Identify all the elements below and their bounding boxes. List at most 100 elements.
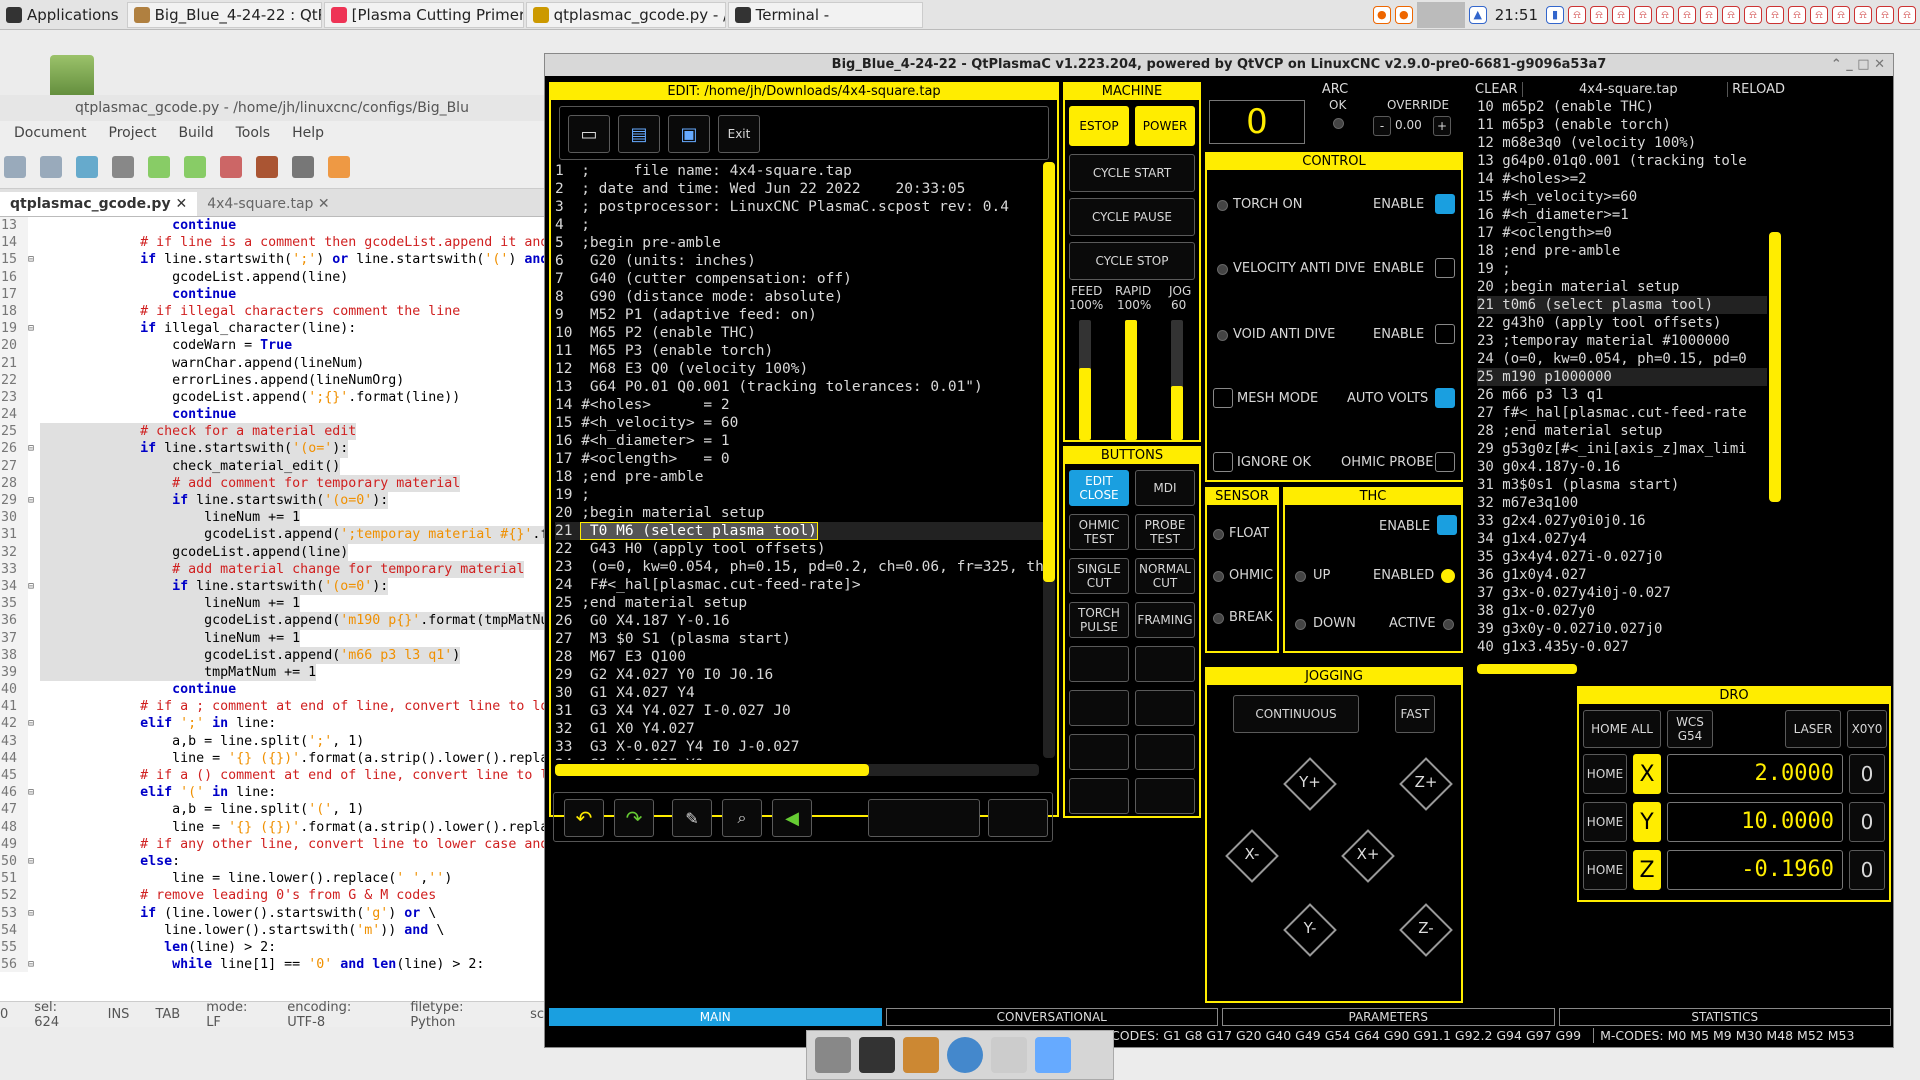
fold-marker[interactable] [28,612,40,629]
code-line[interactable]: 39 tmpMatNum += 1 [0,663,544,682]
applications-menu[interactable]: Applications [0,2,125,28]
notification-icon[interactable]: ⍾ [1744,6,1762,24]
auto-volts-checkbox[interactable] [1435,388,1455,408]
task-terminal[interactable]: Terminal - [727,1,923,28]
zero-z-button[interactable]: 0 [1849,850,1885,890]
zero-x-button[interactable]: 0 [1849,754,1885,794]
code-line[interactable]: 21 warnChar.append(lineNum) [0,354,544,372]
user-button[interactable] [1135,690,1195,726]
tab-4x4-square[interactable]: 4x4-square.tap ✕ [197,192,339,216]
power-button[interactable]: POWER [1135,106,1195,146]
x0y0-button[interactable]: X0Y0 [1847,710,1887,748]
code-line[interactable]: 17 continue [0,285,544,303]
user-button[interactable] [1069,734,1129,770]
fold-marker[interactable] [28,647,40,664]
fold-marker[interactable] [28,767,40,784]
torch-enable-checkbox[interactable] [1435,194,1455,214]
gcode-line[interactable]: 17 #<oclength> = 0 [555,450,1045,468]
user-button[interactable] [1069,646,1129,682]
gcode-line[interactable]: 19 ; [555,486,1045,504]
code-line[interactable]: 54 line.lower().startswith('m')) and \ [0,921,544,939]
gcode-line[interactable]: 23 (o=0, kw=0.054, ph=0.15, pd=0.2, ch=0… [555,558,1045,576]
code-editor[interactable]: 13 continue 14 # if line is a comment the… [0,217,544,972]
fold-marker[interactable] [28,303,40,320]
cycle-start-button[interactable]: CYCLE START [1069,154,1195,192]
code-line[interactable]: 45 # if a () comment at end of line, con… [0,767,544,785]
tab-main[interactable]: MAIN [549,1008,882,1026]
fold-marker[interactable] [28,750,40,767]
menu-project[interactable]: Project [109,125,157,141]
gcode-line[interactable]: 31 G3 X4 Y4.027 I-0.027 J0 [555,702,1045,720]
code-line[interactable]: 40 continue [0,681,544,699]
close-icon[interactable] [112,155,134,178]
gcode-line[interactable]: 25 ;end material setup [555,594,1045,612]
single-cut-button[interactable]: SINGLE CUT [1069,558,1129,594]
user-button[interactable] [1069,778,1129,814]
ignore-ok-checkbox[interactable] [1213,452,1233,472]
normal-cut-button[interactable]: NORMAL CUT [1135,558,1195,594]
notification-icon[interactable]: ⍾ [1700,6,1718,24]
code-line[interactable]: 16 gcodeList.append(line) [0,268,544,286]
ohmic-test-button[interactable]: OHMIC TEST [1069,514,1129,550]
code-line[interactable]: 33 # add material change for temporary m… [0,560,544,578]
fold-marker[interactable] [28,870,40,887]
fold-marker[interactable]: ⊟ [28,492,40,509]
fold-marker[interactable] [28,372,40,389]
code-line[interactable]: 18 # if illegal characters comment the l… [0,302,544,321]
gcode-line[interactable]: 14 #<holes> = 2 [555,396,1045,414]
code-line[interactable]: 36 gcodeList.append('m190 p{}'.format(tm… [0,612,544,630]
folder-icon[interactable] [1035,1037,1071,1073]
code-line[interactable]: 48 line = '{} ({})'.format(a.strip().low… [0,818,544,836]
fold-marker[interactable]: ⊟ [28,956,40,972]
code-line[interactable]: 50 ⊟ else: [0,852,544,871]
gcode-line[interactable]: 34 G1 X-0.027 Y0 [555,756,1045,760]
preview-vscroll[interactable] [1769,232,1781,502]
run-icon[interactable] [292,155,314,178]
fold-marker[interactable] [28,544,40,561]
mdi-button[interactable]: MDI [1135,470,1195,506]
reload-icon[interactable] [76,155,98,178]
ohmic-probe-checkbox[interactable] [1435,452,1455,472]
fold-marker[interactable] [28,509,40,526]
fold-marker[interactable] [28,664,40,681]
preview-hscroll[interactable] [1477,664,1577,674]
fold-marker[interactable] [28,698,40,715]
gcode-line[interactable]: 24 F#<_hal[plasmac.cut-feed-rate]> [555,576,1045,594]
task-geany[interactable]: qtplasmac_gcode.py - /... [525,1,726,28]
cycle-pause-button[interactable]: CYCLE PAUSE [1069,198,1195,236]
fold-marker[interactable] [28,836,40,853]
window-controls[interactable]: ⌃ _ □ ✕ [1831,54,1885,76]
code-line[interactable]: 24 continue [0,406,544,424]
home-y-button[interactable]: HOME [1583,802,1627,842]
code-line[interactable]: 55 len(line) > 2: [0,938,544,957]
torch-pulse-button[interactable]: TORCH PULSE [1069,602,1129,638]
notification-icon[interactable]: ⍾ [1788,6,1806,24]
gcode-line[interactable]: 9 M52 P1 (adaptive feed: on) [555,306,1045,324]
network-icon[interactable]: ▲ [1468,6,1487,24]
gcode-line[interactable]: 8 G90 (distance mode: absolute) [555,288,1045,306]
code-line[interactable]: 15 ⊟ if line.startswith(';') or line.star… [0,251,544,269]
code-line[interactable]: 42 ⊟ elif ';' in line: [0,715,544,733]
notification-icon[interactable]: ⍾ [1854,6,1872,24]
tab-conversational[interactable]: CONVERSATIONAL [885,1008,1218,1026]
rapid-slider[interactable] [1125,320,1137,440]
menu-document[interactable]: Document [14,125,87,141]
notification-icon[interactable]: ⍾ [1612,6,1630,24]
tab-statistics[interactable]: STATISTICS [1558,1008,1891,1026]
firefox-icon[interactable]: ● [1372,6,1391,24]
fold-marker[interactable] [28,217,40,234]
menu-tools[interactable]: Tools [236,125,271,141]
save-file-icon[interactable]: ▣ [668,115,710,153]
search-icon[interactable] [991,1037,1027,1073]
user-button[interactable] [1135,646,1195,682]
void-enable-checkbox[interactable] [1435,324,1455,344]
fold-marker[interactable] [28,561,40,578]
code-line[interactable]: 51 line = line.lower().replace(' ','') [0,870,544,888]
replace-field[interactable] [988,799,1048,837]
fold-marker[interactable]: ⊟ [28,853,40,870]
jog-slider[interactable] [1171,320,1183,440]
fold-marker[interactable] [28,819,40,836]
notification-icon[interactable]: ⍾ [1876,6,1894,24]
code-line[interactable]: 25 # check for a material edit [0,423,544,441]
notification-icon[interactable]: ⍾ [1832,6,1850,24]
